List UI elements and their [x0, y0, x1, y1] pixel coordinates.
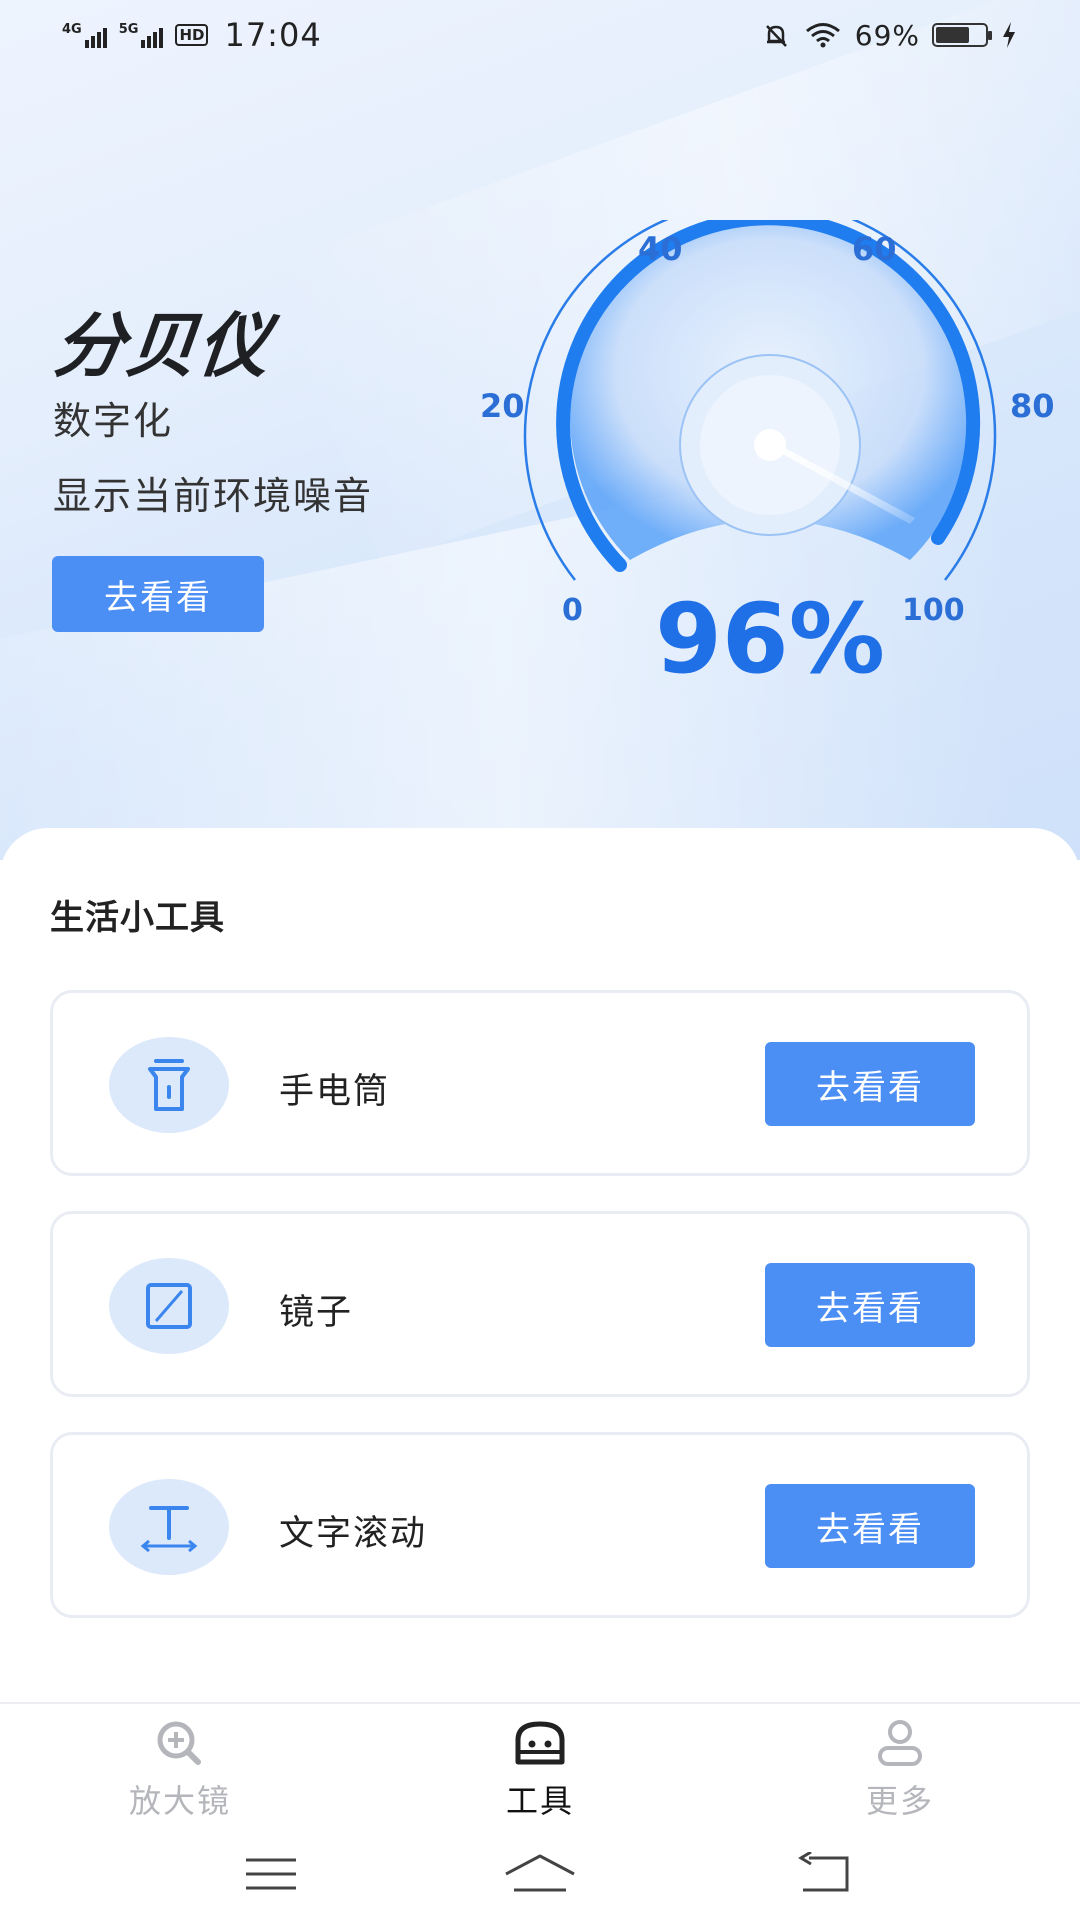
section-title: 生活小工具: [50, 898, 225, 938]
flashlight-go-button[interactable]: 去看看: [765, 1042, 975, 1126]
tab-magnifier[interactable]: 放大镜: [80, 1718, 280, 1828]
battery-fill: [936, 27, 970, 43]
tool-card-flashlight[interactable]: 手电筒 去看看: [50, 990, 1030, 1176]
status-right: 69%: [761, 19, 1018, 52]
home-icon[interactable]: [495, 1844, 585, 1904]
system-nav-bar: [0, 1826, 1080, 1920]
back-icon[interactable]: [780, 1844, 870, 1904]
charging-icon: [1003, 22, 1015, 48]
tools-panel: 生活小工具 手电筒 去看看 镜子 去看看 文字滚动 去看看: [0, 828, 1080, 1708]
gauge-tick-label: 80: [1010, 387, 1055, 425]
tool-label: 镜子: [279, 1293, 354, 1333]
signal-5g-icon: 5G: [119, 22, 164, 48]
gauge-tick-label: 60: [852, 230, 897, 268]
gauge-tick-label: 20: [480, 387, 525, 425]
decibel-gauge: 20 40 60 80 0 100 96%: [480, 220, 1055, 695]
hero-title: 分贝仪: [50, 305, 275, 387]
tool-label: 文字滚动: [279, 1514, 428, 1554]
status-left: 4G 5G HD 17:04: [62, 16, 322, 54]
mirror-go-button[interactable]: 去看看: [765, 1263, 975, 1347]
wifi-icon: [805, 23, 840, 48]
tool-card-mirror[interactable]: 镜子 去看看: [50, 1211, 1030, 1397]
battery-icon: [932, 23, 992, 47]
gauge-reading: 96%: [655, 583, 885, 695]
tab-tools[interactable]: 工具: [440, 1718, 640, 1828]
hero-subtitle-1: 数字化: [53, 399, 174, 443]
magnifier-icon: [157, 1721, 201, 1765]
menu-icon[interactable]: [226, 1844, 316, 1904]
tool-card-text-scroll[interactable]: 文字滚动 去看看: [50, 1432, 1030, 1618]
battery-percent: 69%: [854, 18, 920, 52]
signal-4g-icon: 4G: [62, 22, 107, 48]
tab-more[interactable]: 更多: [800, 1718, 1000, 1828]
status-time: 17:04: [224, 16, 322, 54]
gauge-tick-label: 100: [902, 593, 965, 628]
text-scroll-icon: [109, 1479, 229, 1575]
toolbox-icon: [515, 1721, 565, 1765]
text-scroll-go-button[interactable]: 去看看: [765, 1484, 975, 1568]
hero-subtitle-2: 显示当前环境噪音: [53, 474, 374, 518]
tab-label: 更多: [865, 1782, 934, 1820]
gauge-needle-pivot: [754, 429, 786, 461]
hero-go-button[interactable]: 去看看: [52, 556, 264, 632]
flashlight-icon: [109, 1037, 229, 1133]
person-icon: [878, 1720, 922, 1766]
gauge-tick-label: 40: [638, 230, 683, 268]
tab-label: 工具: [505, 1782, 574, 1820]
tab-label: 放大镜: [128, 1782, 231, 1820]
gauge-tick-label: 0: [562, 593, 583, 628]
status-bar: 4G 5G HD 17:04 69%: [0, 0, 1080, 70]
mirror-icon: [109, 1258, 229, 1354]
hd-badge: HD: [175, 24, 209, 46]
tool-label: 手电筒: [279, 1072, 391, 1112]
network-type-2: 5G: [118, 22, 139, 37]
network-type-1: 4G: [62, 22, 82, 37]
mute-bell-icon: [765, 25, 787, 47]
bottom-tab-bar: 放大镜 工具 更多: [0, 1702, 1080, 1826]
